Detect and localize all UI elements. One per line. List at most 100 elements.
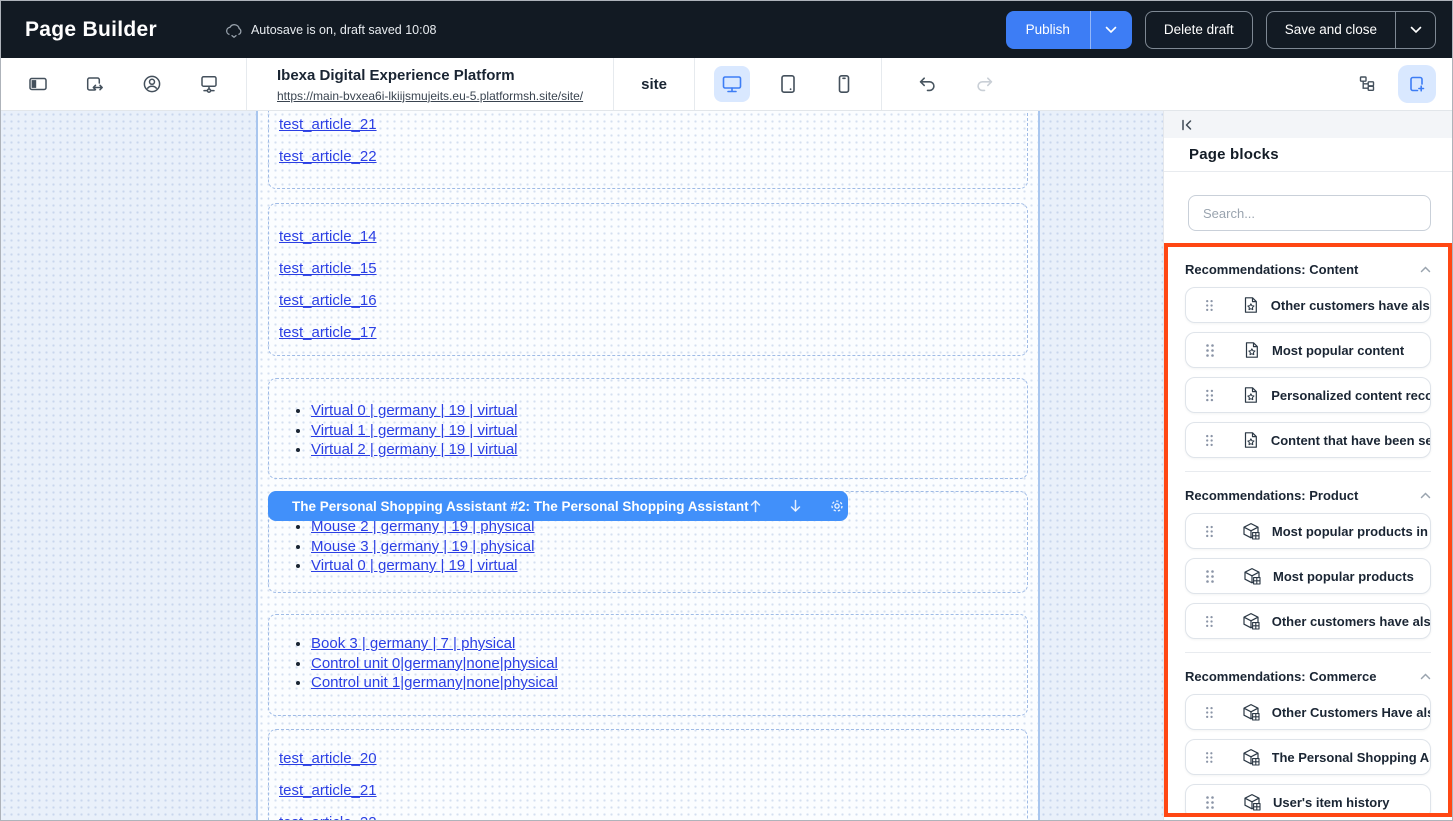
content-link[interactable]: test_article_21 <box>279 782 377 799</box>
page-block[interactable]: test_article_14 test_article_15 test_artic… <box>268 203 1028 356</box>
desktop-preview-button[interactable] <box>714 66 750 102</box>
content-link[interactable]: Mouse 3 | germany | 19 | physical <box>311 538 534 555</box>
content-link[interactable]: Book 3 | germany | 7 | physical <box>311 635 515 652</box>
chevron-up-icon[interactable] <box>1420 266 1431 273</box>
block-card[interactable]: Most popular content <box>1185 332 1431 368</box>
search-input[interactable] <box>1188 195 1431 231</box>
section-header[interactable]: Recommendations: Commerce <box>1185 663 1431 689</box>
block-toolbar-actions <box>749 498 876 514</box>
move-up-icon <box>749 499 762 513</box>
drag-handle-icon[interactable] <box>1205 569 1215 584</box>
block-card[interactable]: The Personal Shopping Assi... <box>1185 739 1431 775</box>
list-item: Control unit 0|germany|none|physical <box>311 654 1027 674</box>
product-block-icon <box>1243 567 1261 585</box>
site-url-link[interactable]: https://main-bvxea6i-lkiijsmujeits.eu-5.… <box>277 89 583 104</box>
content-link[interactable]: test_article_15 <box>279 260 377 277</box>
block-menu-button[interactable] <box>872 498 876 514</box>
page-block[interactable]: Virtual 0 | germany | 19 | virtual Virtua… <box>268 378 1028 479</box>
top-bar: Page Builder Autosave is on, draft saved… <box>1 1 1452 58</box>
mobile-preview-button[interactable] <box>826 66 862 102</box>
undo-button[interactable] <box>912 69 942 99</box>
page-block[interactable]: The Personal Shopping Assistant #2: The … <box>268 491 1028 593</box>
chevron-up-icon[interactable] <box>1420 492 1431 499</box>
block-card[interactable]: Most popular products <box>1185 558 1431 594</box>
user-mode-button[interactable] <box>137 69 167 99</box>
history-group <box>882 69 1030 99</box>
autosave-text: Autosave is on, draft saved 10:08 <box>251 23 437 37</box>
undo-icon <box>916 73 938 95</box>
block-card-label: Content that have been see... <box>1271 433 1430 448</box>
content-link[interactable]: Virtual 1 | germany | 19 | virtual <box>311 422 518 439</box>
drag-handle-icon[interactable] <box>1205 705 1214 720</box>
block-card-label: Personalized content reco... <box>1271 388 1430 403</box>
redo-icon <box>974 73 996 95</box>
collapse-panel-icon <box>1179 117 1195 133</box>
drag-handle-icon[interactable] <box>1205 388 1214 403</box>
publish-button[interactable]: Publish <box>1006 11 1090 49</box>
move-block-up-button[interactable] <box>749 499 762 513</box>
content-link[interactable]: test_article_17 <box>279 324 377 341</box>
drag-handle-icon[interactable] <box>1205 795 1215 810</box>
collapse-panel-button[interactable] <box>1179 117 1195 133</box>
content-link[interactable]: Virtual 0 | germany | 19 | virtual <box>311 557 518 574</box>
drag-handle-icon[interactable] <box>1205 614 1214 629</box>
content-link[interactable]: test_article_22 <box>279 814 377 820</box>
section-header[interactable]: Recommendations: Product <box>1185 482 1431 508</box>
link-row: test_article_22 <box>279 814 1027 820</box>
block-card-label: Other Customers Have also... <box>1272 705 1430 720</box>
content-link[interactable]: test_article_22 <box>279 148 377 165</box>
block-card[interactable]: Most popular products in c... <box>1185 513 1431 549</box>
layout-width-button[interactable] <box>80 69 110 99</box>
block-settings-button[interactable] <box>829 498 845 514</box>
add-block-icon <box>1406 73 1428 95</box>
toggle-left-panel-button[interactable] <box>23 69 53 99</box>
site-tree-icon <box>1356 73 1378 95</box>
drag-handle-icon[interactable] <box>1205 433 1214 448</box>
link-row: test_article_15 <box>279 260 1027 292</box>
content-block-icon <box>1242 386 1259 404</box>
content-link[interactable]: Control unit 0|germany|none|physical <box>311 655 558 672</box>
header-actions: Publish Delete draft Save and close <box>1006 11 1436 49</box>
page-block[interactable]: test_article_20 test_article_21 test_artic… <box>268 729 1028 820</box>
preview-target-button[interactable] <box>194 69 224 99</box>
save-and-close-button[interactable]: Save and close <box>1267 12 1395 48</box>
site-info: Ibexa Digital Experience Platform https:… <box>247 62 613 106</box>
link-row: test_article_16 <box>279 292 1027 324</box>
link-row: test_article_20 <box>279 750 1027 782</box>
save-options-button[interactable] <box>1395 12 1435 48</box>
block-card[interactable]: Content that have been see... <box>1185 422 1431 458</box>
add-block-panel-button[interactable] <box>1398 65 1436 103</box>
section-header[interactable]: Recommendations: Content <box>1185 256 1431 282</box>
content-link[interactable]: Control unit 1|germany|none|physical <box>311 674 558 691</box>
page-blocks-column: test_article_21test_article_22test_artic… <box>268 111 1028 820</box>
block-card[interactable]: Other Customers Have also... <box>1185 694 1431 730</box>
delete-draft-button[interactable]: Delete draft <box>1145 11 1253 49</box>
content-link[interactable]: Virtual 0 | germany | 19 | virtual <box>311 402 518 419</box>
panel-title-row: Page blocks <box>1164 138 1452 172</box>
drag-handle-icon[interactable] <box>1205 343 1215 358</box>
selected-block-toolbar: The Personal Shopping Assistant #2: The … <box>268 491 848 521</box>
content-link[interactable]: test_article_16 <box>279 292 377 309</box>
content-link[interactable]: test_article_21 <box>279 116 377 133</box>
move-block-down-button[interactable] <box>789 499 802 513</box>
site-structure-button[interactable] <box>1352 69 1382 99</box>
block-card[interactable]: Other customers have also ... <box>1185 287 1431 323</box>
drag-handle-icon[interactable] <box>1205 750 1214 765</box>
drag-handle-icon[interactable] <box>1205 524 1214 539</box>
tablet-preview-button[interactable] <box>770 66 806 102</box>
page-block[interactable]: test_article_21 test_article_22 <box>268 111 1028 189</box>
content-link[interactable]: test_article_14 <box>279 228 377 245</box>
publish-options-button[interactable] <box>1090 11 1132 49</box>
page-block[interactable]: Book 3 | germany | 7 | physical Control u… <box>268 614 1028 716</box>
chevron-up-icon[interactable] <box>1420 673 1431 680</box>
content-link[interactable]: Virtual 2 | germany | 19 | virtual <box>311 441 518 458</box>
redo-button[interactable] <box>970 69 1000 99</box>
block-card[interactable]: Other customers have also ... <box>1185 603 1431 639</box>
content-link[interactable]: test_article_20 <box>279 750 377 767</box>
drag-handle-icon[interactable] <box>1205 298 1214 313</box>
list-item: Virtual 0 | germany | 19 | virtual <box>311 401 1027 421</box>
tab-site[interactable]: site <box>614 58 694 110</box>
block-card[interactable]: Personalized content reco... <box>1185 377 1431 413</box>
block-card[interactable]: User's item history <box>1185 784 1431 817</box>
move-down-icon <box>789 499 802 513</box>
